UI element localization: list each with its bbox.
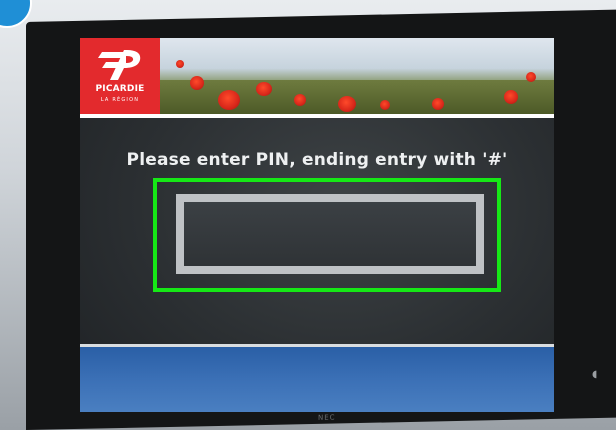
poppy bbox=[338, 96, 356, 112]
logo-name: PICARDIE bbox=[95, 84, 145, 94]
pin-input[interactable] bbox=[176, 194, 484, 274]
poppy bbox=[176, 60, 184, 68]
poppy bbox=[504, 90, 518, 104]
bottom-bar bbox=[80, 347, 554, 412]
poppy bbox=[256, 82, 272, 96]
banner-divider bbox=[80, 114, 554, 118]
poppy bbox=[380, 100, 390, 110]
poppy bbox=[526, 72, 536, 82]
kiosk-screen: PICARDIE LA RÉGION Please enter PIN, end… bbox=[80, 38, 554, 412]
picardie-logo: PICARDIE LA RÉGION bbox=[80, 38, 160, 114]
poppy bbox=[294, 94, 306, 106]
header-banner: PICARDIE LA RÉGION bbox=[80, 38, 554, 114]
poppy bbox=[432, 98, 444, 110]
poppy bbox=[190, 76, 204, 90]
poppy bbox=[218, 90, 240, 110]
monitor-brand: NEC bbox=[318, 413, 336, 422]
logo-subtitle: LA RÉGION bbox=[100, 97, 140, 103]
speaker-icon: ◖ bbox=[592, 369, 598, 381]
pin-prompt: Please enter PIN, ending entry with '#' bbox=[126, 150, 508, 170]
picardie-logo-mark bbox=[98, 50, 141, 80]
